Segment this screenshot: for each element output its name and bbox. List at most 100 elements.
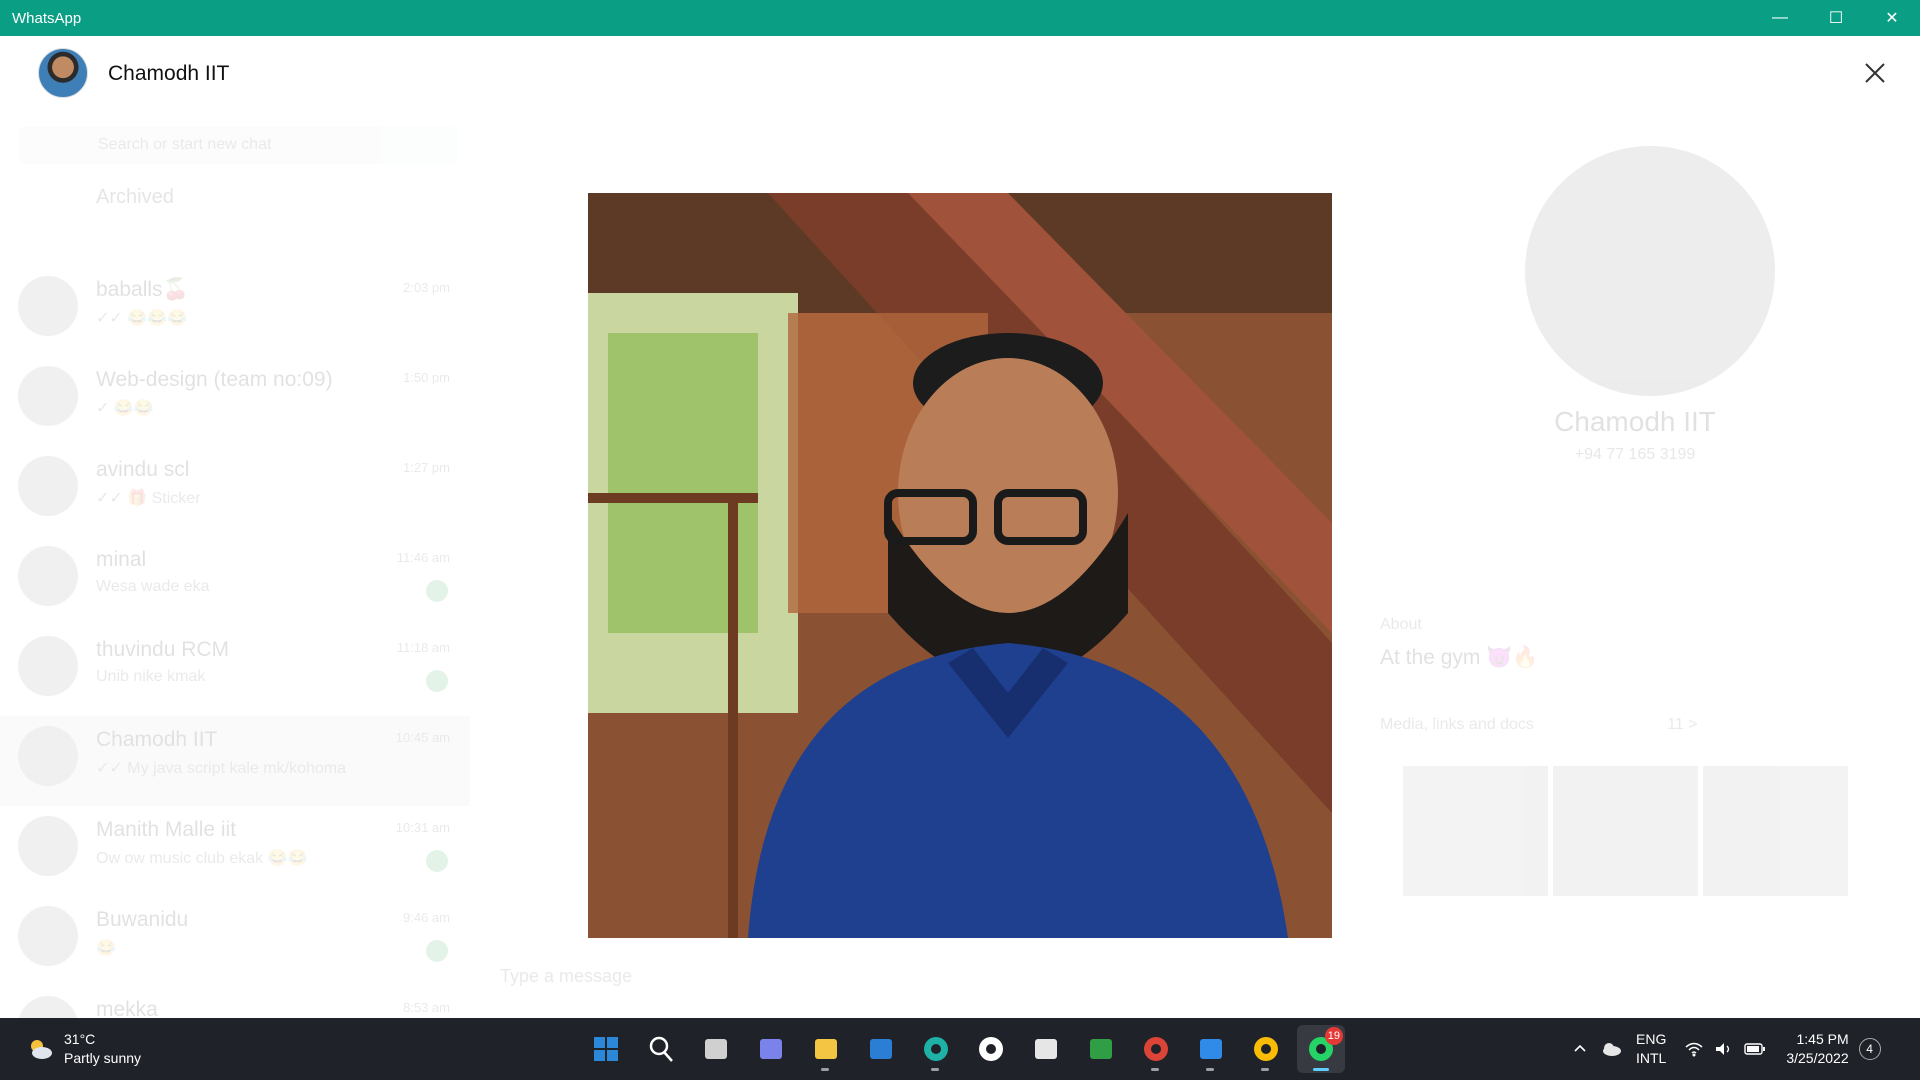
chat-preview: ✓✓ 😂😂😂: [96, 310, 188, 327]
notepad-icon[interactable]: [1022, 1025, 1070, 1073]
sheet-app-icon[interactable]: [1077, 1025, 1125, 1073]
chat-list-item[interactable]: thuvindu RCM Unib nike kmak 11:18 am: [0, 626, 470, 716]
maximize-button[interactable]: ☐: [1808, 0, 1864, 36]
avatar: [18, 996, 78, 1018]
profile-phone: +94 77 165 3199: [1574, 446, 1696, 463]
window-title-bar: WhatsApp — ☐ ✕: [0, 0, 1920, 36]
chat-preview: ✓ 😂😂: [96, 400, 154, 417]
app-area: Search or start new chat Archived baball…: [0, 36, 1920, 1018]
sheet-app-icon-glyph: [1090, 1039, 1112, 1059]
chat-name: thuvindu RCM: [96, 638, 230, 661]
start-icon-glyph: [594, 1037, 618, 1061]
chat-preview: ✓✓ 🎁 Sticker: [96, 490, 201, 507]
chat-name: Buwanidu: [96, 908, 189, 931]
media-thumbnail[interactable]: [1553, 766, 1698, 896]
unread-badge: [426, 850, 448, 872]
contact-info-panel: Chamodh IIT +94 77 165 3199 About At the…: [1350, 116, 1920, 1016]
contact-avatar[interactable]: [38, 48, 88, 98]
chat-time: 1:50 pm: [403, 370, 450, 385]
avatar: [18, 366, 78, 426]
chat-list-item[interactable]: baballs🍒 ✓✓ 😂😂😂 2:03 pm: [0, 266, 470, 356]
whatsapp-icon[interactable]: 19: [1297, 1025, 1345, 1073]
chat-list-item[interactable]: avindu scl ✓✓ 🎁 Sticker 1:27 pm: [0, 446, 470, 536]
running-indicator: [1313, 1068, 1329, 1071]
volume-icon: [1716, 1043, 1730, 1055]
chat-time: 10:45 am: [395, 730, 450, 745]
chat-list-item[interactable]: minal Wesa wade eka 11:46 am: [0, 536, 470, 626]
chevron-up-icon[interactable]: [1572, 1041, 1588, 1057]
about-text: At the gym 😈🔥: [1380, 646, 1539, 669]
system-status[interactable]: [1684, 1041, 1766, 1057]
unread-badge: [426, 580, 448, 602]
avatar: [18, 726, 78, 786]
chrome-icon[interactable]: [1242, 1025, 1290, 1073]
chat-name: Chamodh IIT: [96, 728, 218, 751]
task-view-icon-glyph: [705, 1039, 727, 1059]
archived-row[interactable]: Archived: [30, 186, 174, 209]
edge-icon[interactable]: [912, 1025, 960, 1073]
running-indicator: [1151, 1068, 1159, 1071]
media-label[interactable]: Media, links and docs 11 >: [1380, 716, 1698, 734]
taskbar-apps: 19: [582, 1025, 1352, 1073]
teams-chat-icon[interactable]: [747, 1025, 795, 1073]
chat-list-item[interactable]: mekka✓✓ Photo8:53 am: [0, 986, 470, 1018]
clock-date: 3/25/2022: [1786, 1050, 1849, 1066]
chat-time: 11:18 am: [396, 640, 450, 655]
message-input[interactable]: Type a message: [500, 966, 632, 987]
minimize-button[interactable]: —: [1752, 0, 1808, 36]
file-explorer-icon[interactable]: [802, 1025, 850, 1073]
edge-icon-glyph: [924, 1037, 948, 1061]
search-icon-glyph: [649, 1036, 673, 1062]
profile-avatar[interactable]: [1525, 146, 1775, 396]
chat-name: minal: [96, 548, 147, 571]
search-icon[interactable]: [637, 1025, 685, 1073]
dell-icon[interactable]: [967, 1025, 1015, 1073]
language-indicator[interactable]: ENG INTL: [1636, 1030, 1666, 1068]
media-thumbnail[interactable]: [1703, 766, 1848, 896]
chat-list-item[interactable]: Manith Malle iit Ow ow music club ekak 😂😂…: [0, 806, 470, 896]
language-top: ENG: [1636, 1031, 1667, 1047]
chrome-profile-icon[interactable]: [1132, 1025, 1180, 1073]
chat-name: Manith Malle iit: [96, 818, 237, 841]
search-input[interactable]: Search or start new chat: [18, 126, 458, 164]
close-window-button[interactable]: ✕: [1864, 0, 1920, 36]
clock[interactable]: 1:45 PM 3/25/2022: [1786, 1030, 1848, 1068]
chat-preview: Wesa wade eka: [96, 578, 210, 595]
chat-name: baballs🍒: [96, 278, 189, 301]
weather-widget[interactable]: 31°C Partly sunny: [26, 1030, 141, 1068]
chat-name: Web-design (team no:09): [96, 368, 333, 391]
close-icon[interactable]: [1858, 56, 1892, 90]
media-thumbnail[interactable]: [1403, 766, 1548, 896]
avatar: [18, 456, 78, 516]
avatar: [18, 816, 78, 876]
system-tray: ENG INTL 1:45 PM 3/25/2022 4: [1572, 1030, 1881, 1068]
avatar: [18, 546, 78, 606]
language-bottom: INTL: [1636, 1050, 1667, 1066]
chrome-profile-icon-glyph: [1144, 1037, 1168, 1061]
chat-list-item[interactable]: Chamodh IIT ✓✓ My java script kale mk/koh…: [0, 716, 470, 806]
chat-list-item[interactable]: Buwanidu 😂 9:46 am: [0, 896, 470, 986]
media-label-text: Media, links and docs: [1380, 716, 1534, 733]
weather-temp: 31°C: [64, 1031, 96, 1047]
wifi-icon: [1685, 1042, 1703, 1057]
start-icon[interactable]: [582, 1025, 630, 1073]
task-view-icon[interactable]: [692, 1025, 740, 1073]
notification-count[interactable]: 4: [1858, 1038, 1881, 1060]
dell-icon-glyph: [979, 1037, 1003, 1061]
mail-icon[interactable]: [857, 1025, 905, 1073]
avatar: [18, 276, 78, 336]
weather-condition: Partly sunny: [64, 1050, 142, 1066]
media-count: 11 >: [1667, 716, 1698, 733]
unread-badge: [426, 670, 448, 692]
window-title: WhatsApp: [12, 9, 82, 27]
mail-icon-glyph: [870, 1039, 892, 1059]
chat-time: 10:31 am: [395, 820, 450, 835]
chat-sidebar: Search or start new chat Archived baball…: [0, 116, 470, 1018]
onedrive-cloud-icon[interactable]: [1600, 1041, 1622, 1057]
chat-list-item[interactable]: Web-design (team no:09) ✓ 😂😂 1:50 pm: [0, 356, 470, 446]
clock-time: 1:45 PM: [1796, 1031, 1849, 1047]
chat-time: 11:46 am: [396, 550, 450, 565]
vscode-icon[interactable]: [1187, 1025, 1235, 1073]
partly-sunny-icon: [31, 1040, 52, 1059]
chrome-icon-glyph: [1254, 1037, 1278, 1061]
